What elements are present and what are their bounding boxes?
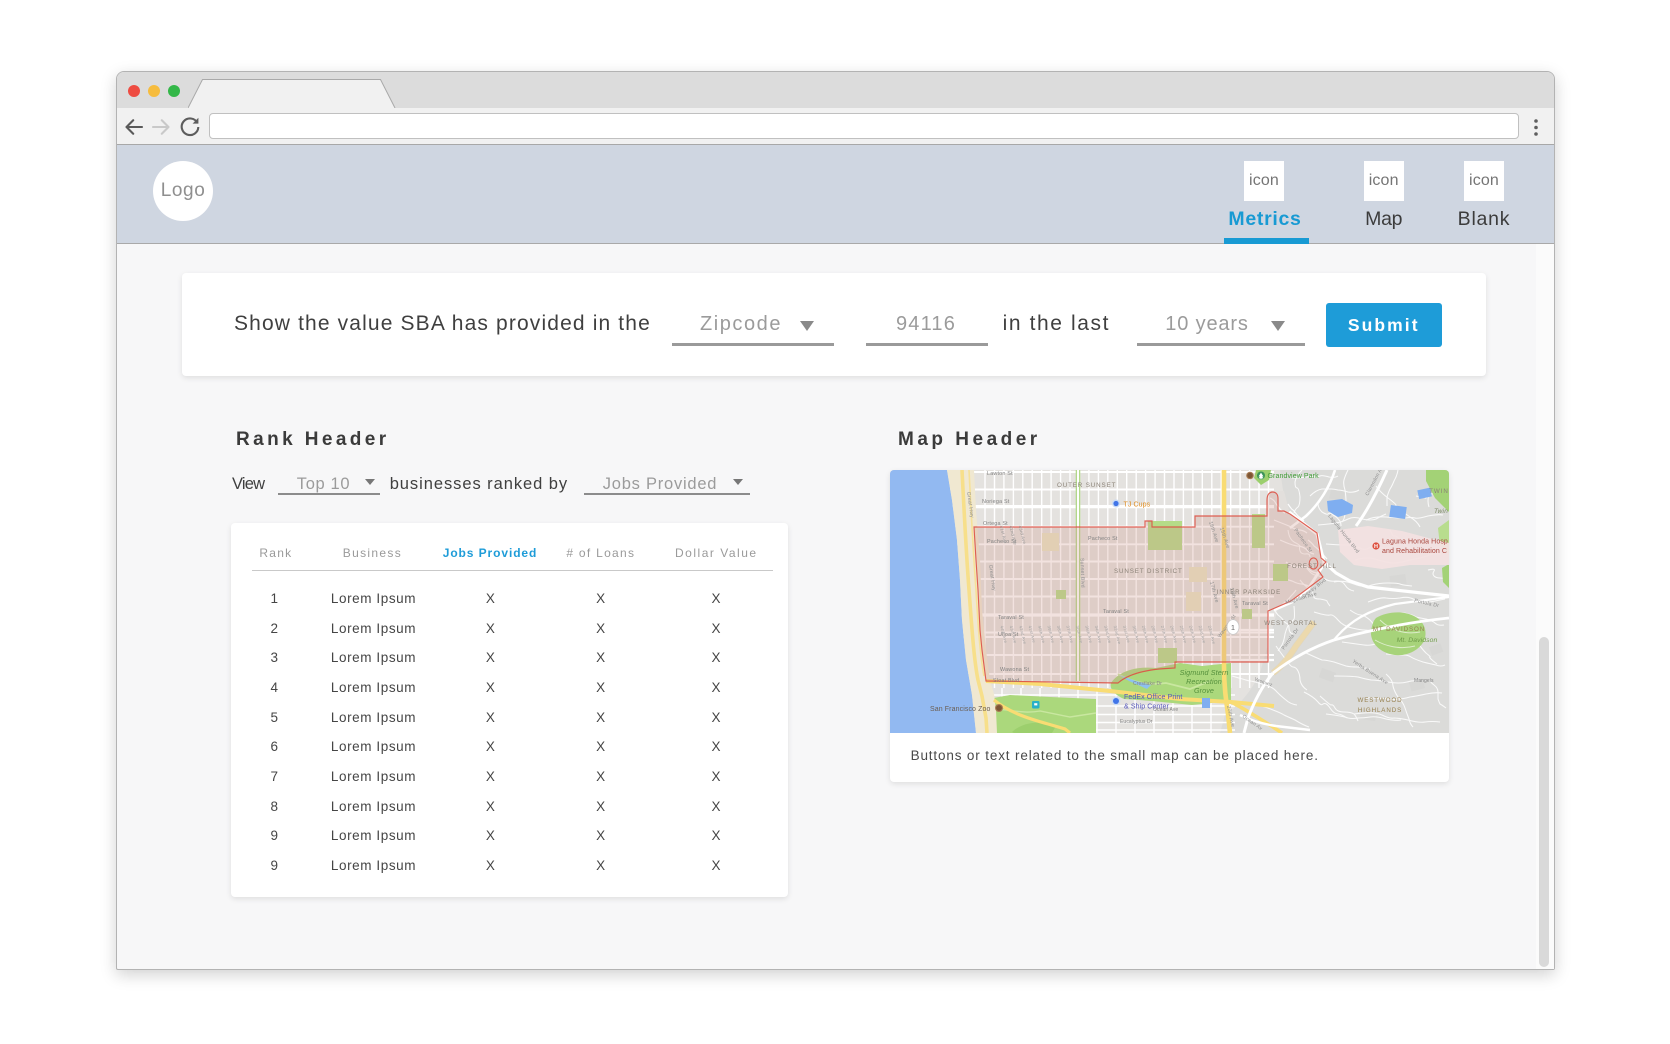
svg-text:and Rehabilitation C: and Rehabilitation C bbox=[1382, 548, 1447, 555]
svg-text:INNER PARKSIDE: INNER PARKSIDE bbox=[1217, 589, 1281, 596]
svg-text:Noriega St: Noriega St bbox=[982, 499, 1010, 505]
svg-text:Sloat Blvd: Sloat Blvd bbox=[993, 678, 1019, 684]
svg-text:Laguna Honda Hosp: Laguna Honda Hosp bbox=[1382, 538, 1448, 545]
svg-text:TJ Cups: TJ Cups bbox=[1124, 501, 1151, 508]
svg-text:Mt. Davidson: Mt. Davidson bbox=[1397, 637, 1438, 644]
svg-text:MT DAVIDSON: MT DAVIDSON bbox=[1373, 626, 1425, 633]
svg-text:Wawona St: Wawona St bbox=[1000, 667, 1029, 673]
svg-text:Grandview Park: Grandview Park bbox=[1268, 473, 1320, 480]
svg-text:Eucalyptus Dr: Eucalyptus Dr bbox=[1120, 719, 1153, 725]
svg-text:OUTER SUNSET: OUTER SUNSET bbox=[1057, 482, 1116, 489]
svg-text:Pacheco St: Pacheco St bbox=[1088, 536, 1118, 542]
svg-text:Taraval St: Taraval St bbox=[998, 615, 1024, 621]
svg-text:Sunset Blvd: Sunset Blvd bbox=[1079, 558, 1086, 588]
svg-text:HIGHLANDS: HIGHLANDS bbox=[1358, 707, 1402, 714]
svg-text:SUNSET DISTRICT: SUNSET DISTRICT bbox=[1114, 568, 1183, 575]
svg-text:Crestlake Dr: Crestlake Dr bbox=[1133, 681, 1162, 687]
svg-text:WEST PORTAL: WEST PORTAL bbox=[1264, 620, 1318, 627]
svg-text:1: 1 bbox=[1231, 622, 1235, 631]
svg-text:FOREST HILL: FOREST HILL bbox=[1287, 563, 1337, 570]
svg-text:FedEx Office Print: FedEx Office Print bbox=[1124, 694, 1182, 701]
svg-text:Recreation: Recreation bbox=[1186, 677, 1222, 686]
svg-text:San Francisco Zoo: San Francisco Zoo bbox=[930, 706, 990, 713]
svg-text:Taraval St: Taraval St bbox=[1103, 609, 1129, 615]
svg-text:TWIN: TWIN bbox=[1429, 488, 1449, 495]
svg-text:WESTWOOD: WESTWOOD bbox=[1357, 697, 1402, 704]
svg-text:Grove: Grove bbox=[1194, 686, 1214, 695]
svg-text:H: H bbox=[1374, 544, 1378, 550]
svg-text:Twin: Twin bbox=[1434, 508, 1448, 515]
svg-text:Mangels: Mangels bbox=[1414, 678, 1434, 684]
svg-text:Sigmund Stern: Sigmund Stern bbox=[1180, 668, 1229, 677]
svg-text:& Ship Center: & Ship Center bbox=[1124, 703, 1169, 710]
svg-text:Taraval St: Taraval St bbox=[1242, 601, 1268, 607]
svg-text:Lawton St: Lawton St bbox=[987, 471, 1013, 477]
